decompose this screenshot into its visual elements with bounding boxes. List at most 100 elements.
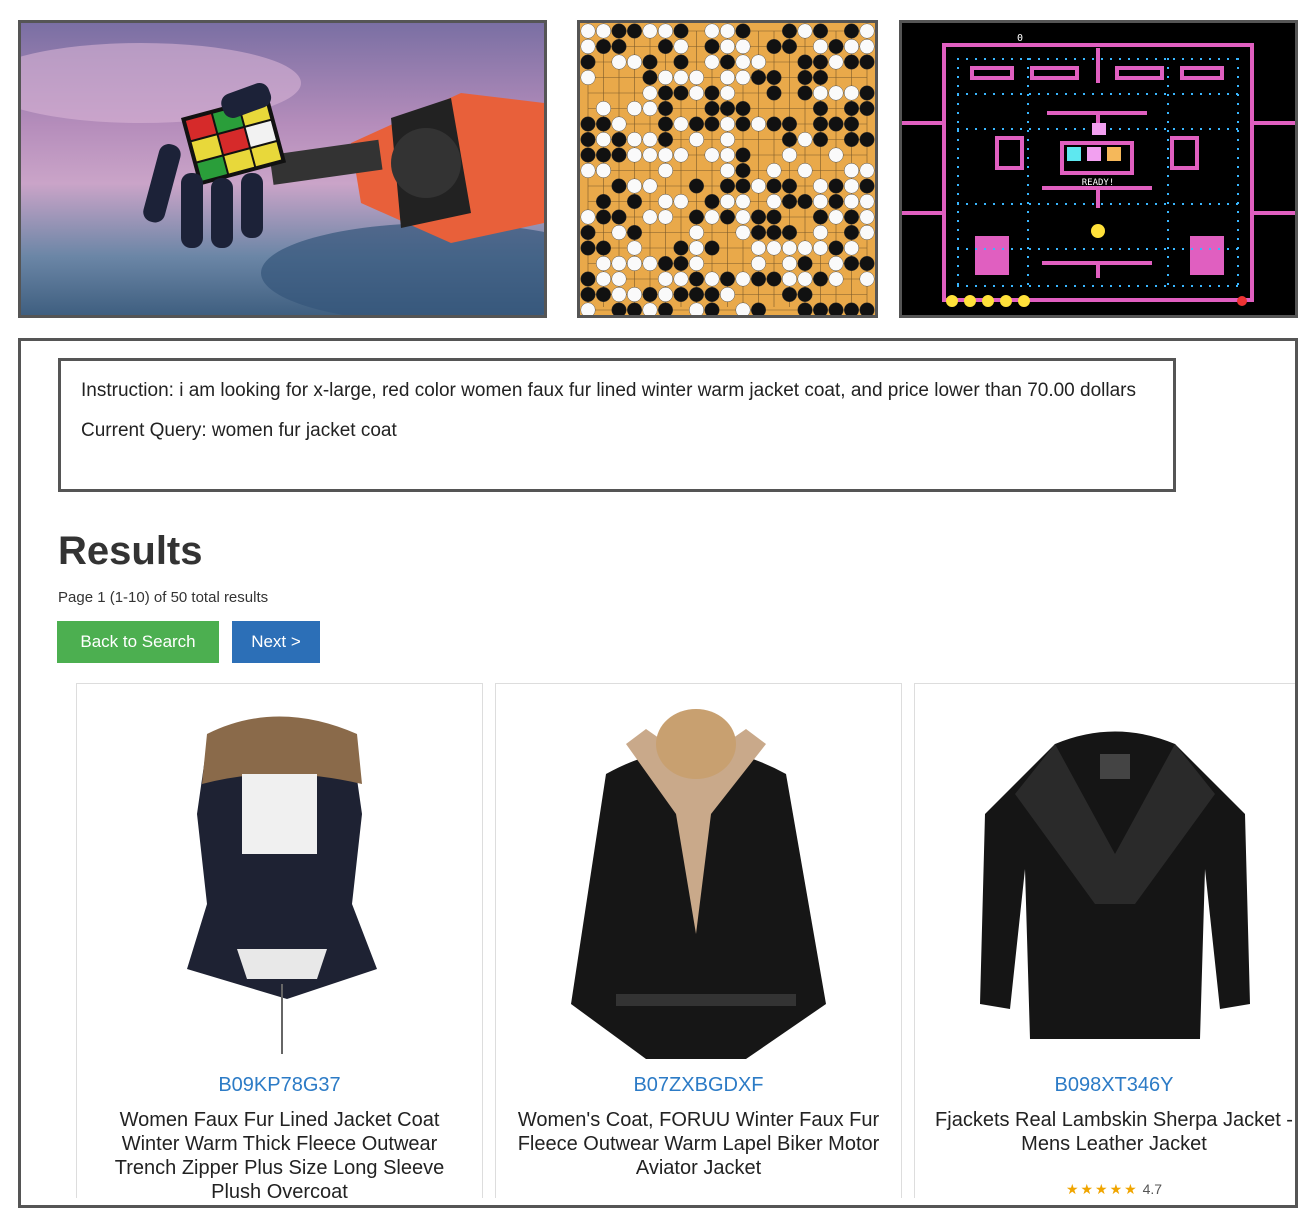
white-stone xyxy=(704,209,720,225)
pellet xyxy=(1065,203,1067,205)
white-stone xyxy=(720,70,735,85)
black-stone xyxy=(704,194,720,209)
black-stone xyxy=(689,178,704,194)
black-stone xyxy=(658,116,673,132)
pellet xyxy=(1200,285,1202,287)
pellet xyxy=(1218,285,1220,287)
black-stone xyxy=(580,240,596,256)
white-stone xyxy=(704,54,720,70)
pellet xyxy=(957,67,959,69)
black-stone xyxy=(611,23,627,39)
pellet xyxy=(1173,203,1175,205)
pellet xyxy=(1237,247,1239,249)
pellet xyxy=(1155,93,1157,95)
white-stone xyxy=(689,225,704,240)
black-stone xyxy=(611,147,627,163)
black-stone xyxy=(813,132,828,147)
product-image[interactable] xyxy=(496,704,902,1059)
black-stone xyxy=(673,23,689,39)
black-stone xyxy=(611,302,627,315)
white-stone xyxy=(844,194,859,209)
pellet xyxy=(1074,128,1076,130)
black-stone xyxy=(859,132,875,147)
black-stone xyxy=(813,54,828,70)
pellet xyxy=(1218,93,1220,95)
black-stone xyxy=(859,54,875,70)
white-stone xyxy=(627,287,642,302)
black-stone xyxy=(720,101,735,116)
pellet xyxy=(1200,93,1202,95)
white-stone xyxy=(642,132,658,147)
pellet xyxy=(1027,193,1029,195)
white-stone xyxy=(859,225,875,240)
pellet xyxy=(1236,128,1238,130)
black-stone xyxy=(813,116,828,132)
pellet xyxy=(1167,121,1169,123)
pellet xyxy=(1056,285,1058,287)
white-stone xyxy=(658,163,673,178)
pellet xyxy=(1237,157,1239,159)
pellet xyxy=(1167,247,1169,249)
pellet xyxy=(1167,166,1169,168)
pellet xyxy=(1083,248,1085,250)
back-to-search-button[interactable]: Back to Search xyxy=(57,621,219,663)
pellet xyxy=(1146,203,1148,205)
white-stone xyxy=(658,271,673,287)
pellet xyxy=(1182,248,1184,250)
pellet xyxy=(1011,285,1013,287)
black-stone xyxy=(859,178,875,194)
pellet xyxy=(1029,128,1031,130)
pellet xyxy=(993,285,995,287)
white-stone xyxy=(720,287,735,302)
white-stone xyxy=(797,23,813,39)
product-asin-link[interactable]: B09KP78G37 xyxy=(77,1074,482,1097)
pellet xyxy=(1167,175,1169,177)
white-stone xyxy=(611,54,627,70)
white-stone xyxy=(813,178,828,194)
robot-hand-illustration xyxy=(21,43,544,315)
next-button[interactable]: Next > xyxy=(232,621,320,663)
white-stone xyxy=(720,147,735,163)
pellet xyxy=(957,202,959,204)
pellet xyxy=(1002,203,1004,205)
white-stone xyxy=(673,271,689,287)
pellet xyxy=(1167,265,1169,267)
product-card[interactable]: B07ZXBGDXF Women's Coat, FORUU Winter Fa… xyxy=(495,683,902,1198)
pellet xyxy=(957,128,959,130)
pellet xyxy=(1047,93,1049,95)
product-image[interactable] xyxy=(77,704,483,1059)
black-stone xyxy=(627,23,642,39)
pellet xyxy=(1227,203,1229,205)
black-stone xyxy=(797,194,813,209)
white-stone xyxy=(689,240,704,256)
black-stone xyxy=(673,240,689,256)
product-asin-link[interactable]: B098XT346Y xyxy=(915,1074,1295,1097)
product-card[interactable]: B098XT346Y Fjackets Real Lambskin Sherpa… xyxy=(914,683,1298,1198)
product-asin-link[interactable]: B07ZXBGDXF xyxy=(496,1074,901,1097)
white-stone xyxy=(689,70,704,85)
pellet xyxy=(1191,128,1193,130)
product-card[interactable]: B09KP78G37 Women Faux Fur Lined Jacket C… xyxy=(76,683,483,1198)
black-stone xyxy=(828,302,844,315)
pellet xyxy=(1029,93,1031,95)
white-stone xyxy=(596,256,611,271)
black-stone xyxy=(658,39,673,54)
white-stone xyxy=(735,70,751,85)
pellet xyxy=(1218,128,1220,130)
pellet xyxy=(1047,248,1049,250)
white-stone xyxy=(627,240,642,256)
pellet xyxy=(1167,76,1169,78)
product-title: Women's Coat, FORUU Winter Faux Fur Flee… xyxy=(517,1109,880,1179)
black-stone xyxy=(658,132,673,147)
white-stone xyxy=(673,39,689,54)
pellet xyxy=(957,148,959,150)
pellet xyxy=(1027,157,1029,159)
pellet xyxy=(1167,94,1169,96)
pellet xyxy=(975,58,977,60)
pellet xyxy=(957,193,959,195)
pellet xyxy=(957,265,959,267)
white-stone xyxy=(658,70,673,85)
white-stone xyxy=(658,147,673,163)
black-stone xyxy=(859,302,875,315)
product-image[interactable] xyxy=(915,704,1298,1059)
